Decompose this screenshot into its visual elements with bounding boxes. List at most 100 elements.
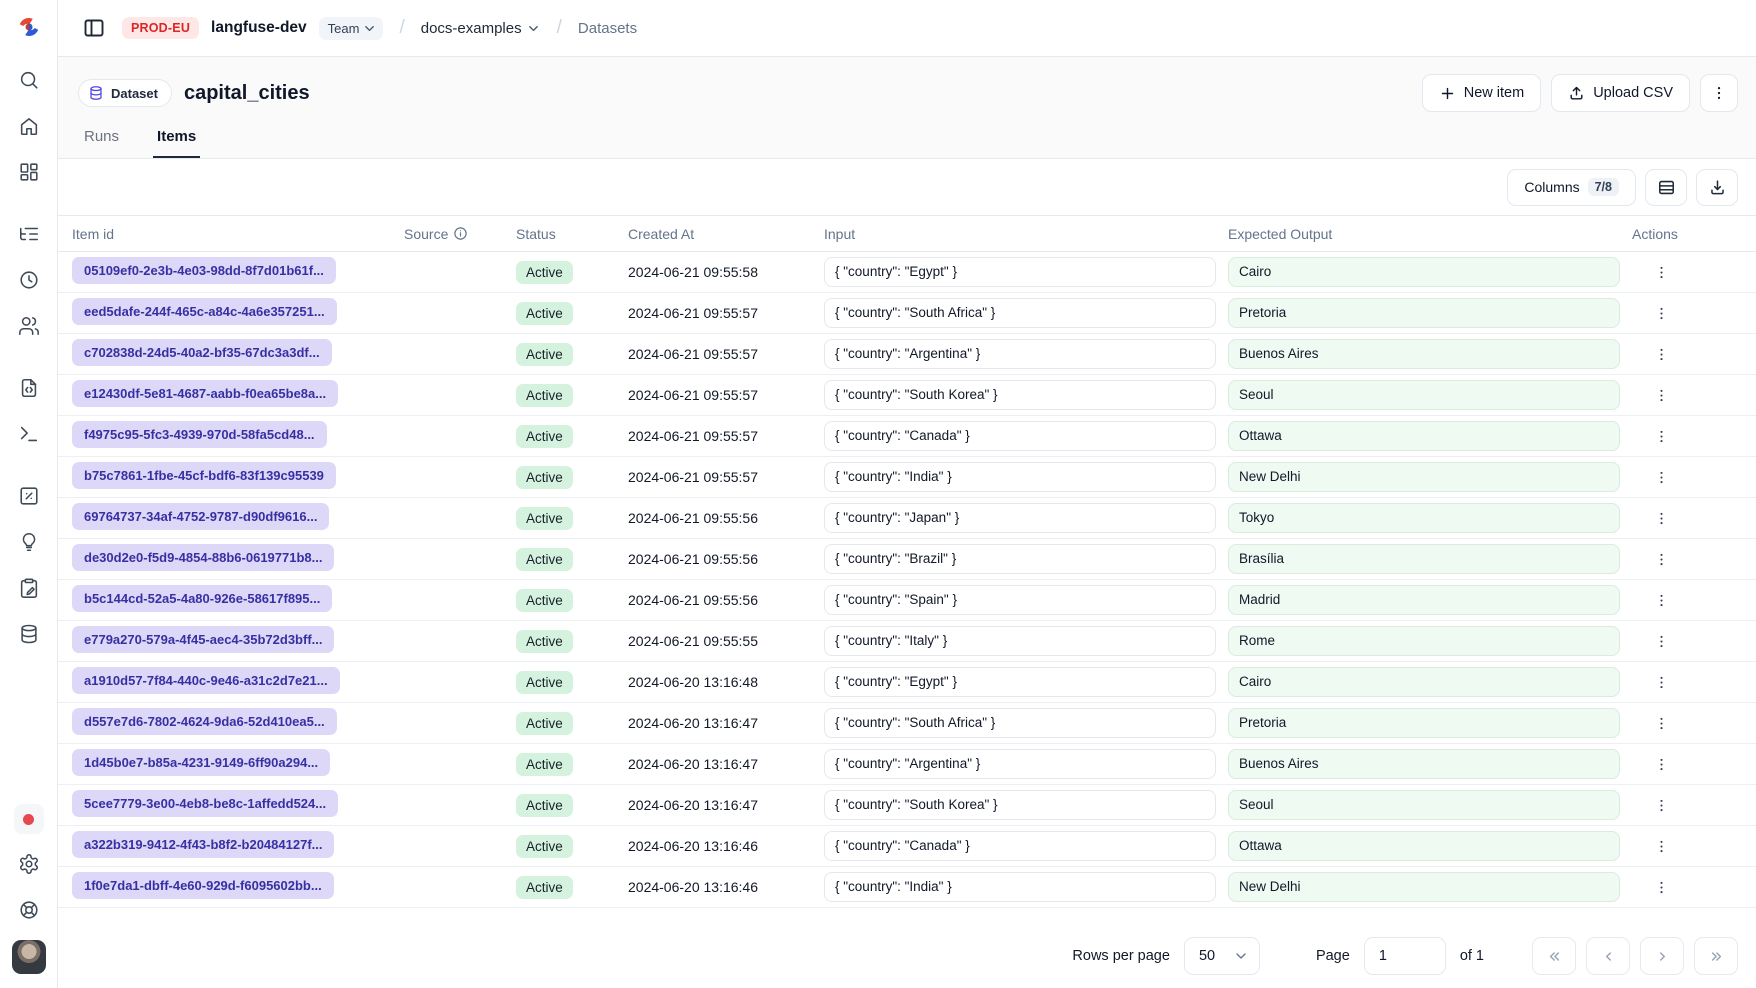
column-header-item-id[interactable]: Item id [72,226,404,242]
sidebar-item-insights[interactable] [12,526,46,558]
sidebar-item-users[interactable] [12,310,46,342]
row-actions-button[interactable] [1646,585,1676,615]
input-cell[interactable]: { "country": "India" } [824,872,1216,902]
row-actions-button[interactable] [1646,626,1676,656]
item-id-link[interactable]: a1910d57-7f84-440c-9e46-a31c2d7e21... [72,667,340,694]
expected-output-cell[interactable]: Buenos Aires [1228,749,1620,779]
sidebar-item-sessions[interactable] [12,264,46,296]
sidebar-toggle-button[interactable] [78,12,110,44]
item-id-link[interactable]: 1d45b0e7-b85a-4231-9149-6ff90a294... [72,749,330,776]
row-actions-button[interactable] [1646,462,1676,492]
sidebar-item-evaluation[interactable] [12,480,46,512]
row-actions-button[interactable] [1646,421,1676,451]
expected-output-cell[interactable]: Rome [1228,626,1620,656]
dataset-more-actions-button[interactable] [1700,74,1738,112]
item-id-link[interactable]: c702838d-24d5-40a2-bf35-67dc3a3df... [72,339,332,366]
row-actions-button[interactable] [1646,872,1676,902]
sidebar-item-support[interactable] [12,894,46,926]
input-cell[interactable]: { "country": "South Africa" } [824,298,1216,328]
row-actions-button[interactable] [1646,749,1676,779]
expected-output-cell[interactable]: Buenos Aires [1228,339,1620,369]
row-actions-button[interactable] [1646,790,1676,820]
tab-runs[interactable]: Runs [80,128,123,158]
expected-output-cell[interactable]: Seoul [1228,380,1620,410]
row-actions-button[interactable] [1646,544,1676,574]
expected-output-cell[interactable]: Pretoria [1228,298,1620,328]
expected-output-cell[interactable]: Cairo [1228,257,1620,287]
item-id-link[interactable]: e779a270-579a-4f45-aec4-35b72d3bff... [72,626,334,653]
row-actions-button[interactable] [1646,257,1676,287]
expected-output-cell[interactable]: Seoul [1228,790,1620,820]
item-id-link[interactable]: 5cee7779-3e00-4eb8-be8c-1affedd524... [72,790,338,817]
row-actions-button[interactable] [1646,298,1676,328]
upload-csv-button[interactable]: Upload CSV [1551,74,1690,112]
row-actions-button[interactable] [1646,503,1676,533]
item-id-link[interactable]: 69764737-34af-4752-9787-d90df9616... [72,503,329,530]
sidebar-item-settings[interactable] [12,848,46,880]
column-header-source[interactable]: Source [404,226,516,242]
rows-per-page-select[interactable]: 50 [1184,937,1260,975]
input-cell[interactable]: { "country": "Argentina" } [824,339,1216,369]
input-cell[interactable]: { "country": "Egypt" } [824,667,1216,697]
input-cell[interactable]: { "country": "Spain" } [824,585,1216,615]
column-header-status[interactable]: Status [516,226,628,242]
org-type-dropdown[interactable]: Team [319,17,384,40]
row-actions-button[interactable] [1646,831,1676,861]
expected-output-cell[interactable]: New Delhi [1228,462,1620,492]
item-id-link[interactable]: b5c144cd-52a5-4a80-926e-58617f895... [72,585,332,612]
row-actions-button[interactable] [1646,380,1676,410]
sidebar-item-tracing[interactable] [12,218,46,250]
column-header-created-at[interactable]: Created At [628,226,824,242]
langfuse-logo[interactable] [14,12,44,42]
new-item-button[interactable]: New item [1422,74,1541,112]
expected-output-cell[interactable]: Cairo [1228,667,1620,697]
input-cell[interactable]: { "country": "South Africa" } [824,708,1216,738]
sidebar-item-datasets[interactable] [12,618,46,650]
sidebar-item-annotation-queues[interactable] [12,572,46,604]
sidebar-item-playground[interactable] [12,418,46,450]
sidebar-item-home[interactable] [12,110,46,142]
row-actions-button[interactable] [1646,708,1676,738]
input-cell[interactable]: { "country": "Argentina" } [824,749,1216,779]
item-id-link[interactable]: 1f0e7da1-dbff-4e60-929d-f6095602bb... [72,872,334,899]
expected-output-cell[interactable]: Pretoria [1228,708,1620,738]
expected-output-cell[interactable]: Brasília [1228,544,1620,574]
input-cell[interactable]: { "country": "South Korea" } [824,790,1216,820]
item-id-link[interactable]: 05109ef0-2e3b-4e03-98dd-8f7d01b61f... [72,257,336,284]
first-page-button[interactable] [1532,937,1576,975]
input-cell[interactable]: { "country": "Egypt" } [824,257,1216,287]
last-page-button[interactable] [1694,937,1738,975]
input-cell[interactable]: { "country": "Canada" } [824,421,1216,451]
input-cell[interactable]: { "country": "Brazil" } [824,544,1216,574]
org-name[interactable]: langfuse-dev [211,19,307,37]
tab-items[interactable]: Items [153,128,200,158]
item-id-link[interactable]: de30d2e0-f5d9-4854-88b6-0619771b8... [72,544,334,571]
input-cell[interactable]: { "country": "India" } [824,462,1216,492]
item-id-link[interactable]: eed5dafe-244f-465c-a84c-4a6e357251... [72,298,337,325]
input-cell[interactable]: { "country": "Canada" } [824,831,1216,861]
status-indicator[interactable] [14,804,44,834]
page-number-input[interactable] [1364,937,1446,975]
previous-page-button[interactable] [1586,937,1630,975]
sidebar-item-prompts[interactable] [12,372,46,404]
row-actions-button[interactable] [1646,667,1676,697]
item-id-link[interactable]: d557e7d6-7802-4624-9da6-52d410ea5... [72,708,337,735]
input-cell[interactable]: { "country": "Italy" } [824,626,1216,656]
column-header-input[interactable]: Input [824,226,1228,242]
input-cell[interactable]: { "country": "Japan" } [824,503,1216,533]
expected-output-cell[interactable]: Ottawa [1228,831,1620,861]
row-height-button[interactable] [1645,169,1687,206]
breadcrumb-project-dropdown[interactable]: docs-examples [421,20,541,37]
expected-output-cell[interactable]: Tokyo [1228,503,1620,533]
expected-output-cell[interactable]: New Delhi [1228,872,1620,902]
sidebar-item-dashboards[interactable] [12,156,46,188]
sidebar-item-search[interactable] [12,64,46,96]
info-icon[interactable] [453,226,468,241]
item-id-link[interactable]: e12430df-5e81-4687-aabb-f0ea65be8a... [72,380,338,407]
item-id-link[interactable]: b75c7861-1fbe-45cf-bdf6-83f139c95539 [72,462,336,489]
item-id-link[interactable]: f4975c95-5fc3-4939-970d-58fa5cd48... [72,421,327,448]
column-header-expected-output[interactable]: Expected Output [1228,226,1632,242]
columns-button[interactable]: Columns 7/8 [1507,169,1636,206]
input-cell[interactable]: { "country": "South Korea" } [824,380,1216,410]
item-id-link[interactable]: a322b319-9412-4f43-b8f2-b20484127f... [72,831,334,858]
